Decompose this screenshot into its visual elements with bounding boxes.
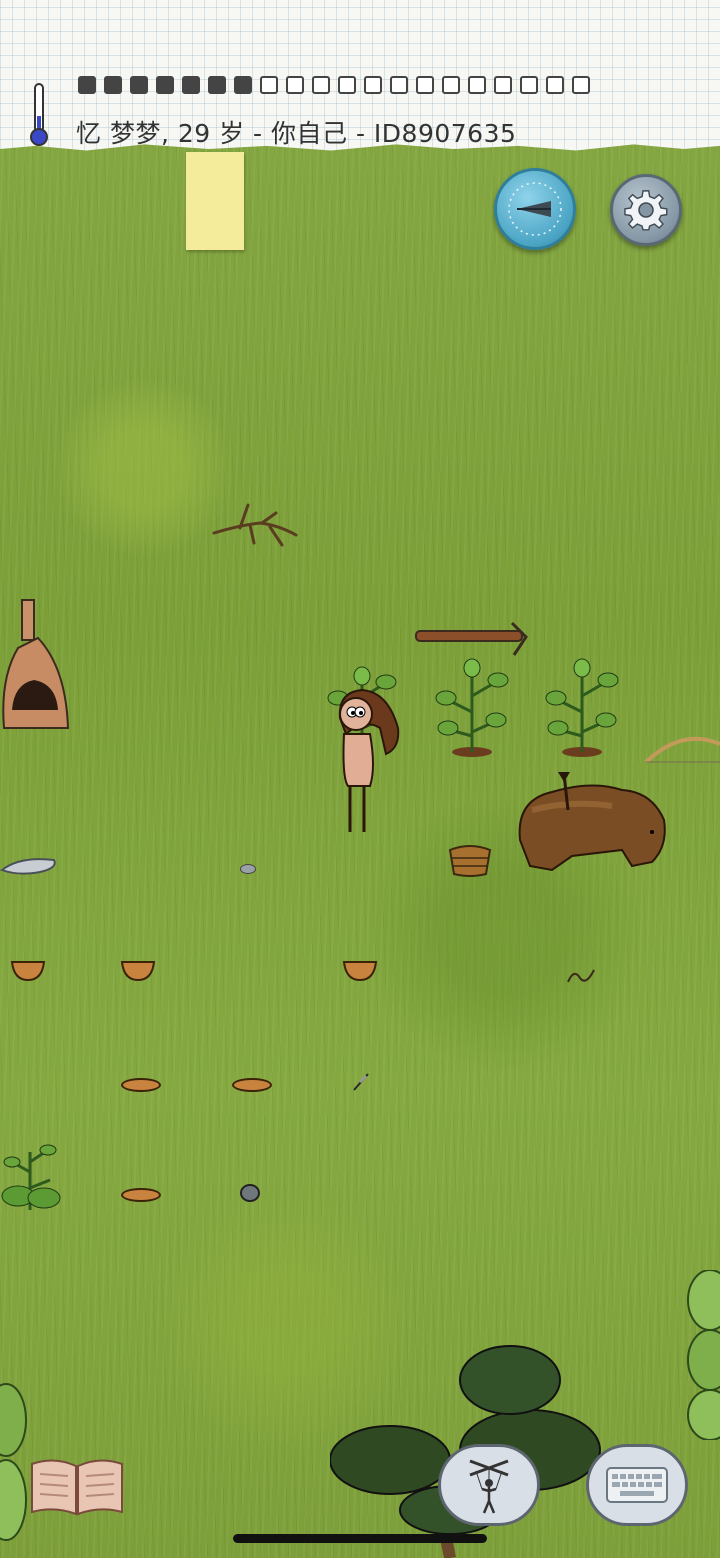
- yew-bow[interactable]: [642, 734, 720, 768]
- grizzly-bear[interactable]: [512, 770, 672, 880]
- hunger-box-filled: [182, 76, 200, 94]
- flint-chip[interactable]: [0, 852, 60, 878]
- wild-plant[interactable]: [0, 1132, 62, 1212]
- bush[interactable]: [686, 1270, 720, 1440]
- sticky-note[interactable]: [186, 152, 244, 250]
- hunger-box-empty: [312, 76, 330, 94]
- reed-basket[interactable]: [446, 842, 494, 878]
- puppet-icon: [469, 1459, 509, 1514]
- status-header: 忆 梦梦, 29 岁 - 你自己 - ID8907635: [0, 0, 720, 151]
- hunger-box-empty: [416, 76, 434, 94]
- clay-bowl[interactable]: [10, 958, 46, 982]
- worm[interactable]: [566, 964, 596, 986]
- round-stone[interactable]: [240, 864, 256, 874]
- clay-bowl[interactable]: [120, 958, 156, 982]
- hunger-box-filled: [156, 76, 174, 94]
- hunger-box-empty: [390, 76, 408, 94]
- clay-bowl[interactable]: [342, 958, 378, 982]
- adobe-kiln[interactable]: [0, 598, 74, 734]
- hunger-box-filled: [234, 76, 252, 94]
- game-world[interactable]: [0, 0, 720, 1558]
- domestic-plant[interactable]: [542, 652, 622, 760]
- hunger-box-filled: [208, 76, 226, 94]
- thermometer-icon: [30, 83, 48, 146]
- home-compass-button[interactable]: [494, 168, 576, 250]
- round-stone[interactable]: [240, 1184, 260, 1202]
- hunger-meter: [78, 76, 590, 94]
- feather[interactable]: [352, 1072, 370, 1092]
- hunger-box-empty: [260, 76, 278, 94]
- hunger-box-empty: [572, 76, 590, 94]
- hunger-box-empty: [442, 76, 460, 94]
- player-name-age-label: 忆 梦梦, 29 岁 - 你自己 - ID8907635: [76, 119, 517, 148]
- hunger-box-empty: [494, 76, 512, 94]
- hunger-box-empty: [546, 76, 564, 94]
- open-book-icon: [31, 1459, 123, 1516]
- tech-tree-book-button[interactable]: [28, 1454, 126, 1518]
- emote-button[interactable]: [438, 1444, 540, 1526]
- hunger-box-filled: [104, 76, 122, 94]
- hunger-box-filled: [130, 76, 148, 94]
- hunger-box-empty: [338, 76, 356, 94]
- hunger-box-empty: [286, 76, 304, 94]
- player-character[interactable]: [330, 688, 404, 838]
- settings-button[interactable]: [610, 174, 682, 246]
- bush[interactable]: [0, 1380, 30, 1558]
- clay-plate[interactable]: [121, 1078, 161, 1092]
- clay-plate[interactable]: [232, 1078, 272, 1092]
- gear-icon: [624, 190, 668, 231]
- tree-branch[interactable]: [210, 495, 300, 555]
- hunger-box-filled: [78, 76, 96, 94]
- home-indicator[interactable]: [233, 1534, 487, 1543]
- keyboard-icon: [606, 1467, 668, 1503]
- compass-arrow-icon: [508, 182, 562, 236]
- domestic-plant[interactable]: [432, 652, 512, 760]
- hunger-box-empty: [468, 76, 486, 94]
- clay-plate[interactable]: [121, 1188, 161, 1202]
- hunger-box-empty: [520, 76, 538, 94]
- hunger-box-empty: [364, 76, 382, 94]
- chat-keyboard-button[interactable]: [586, 1444, 688, 1526]
